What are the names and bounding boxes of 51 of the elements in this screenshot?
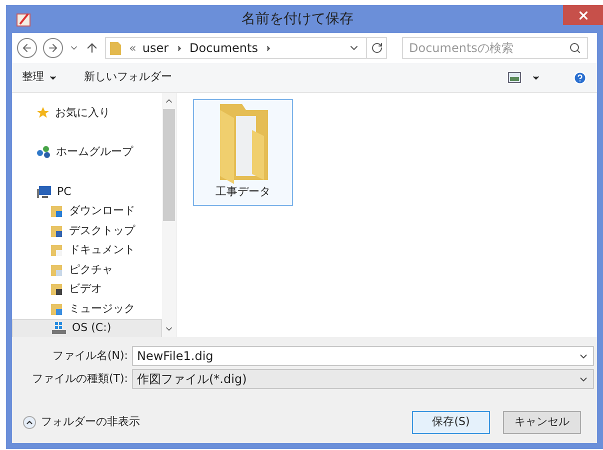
scrollbar[interactable] bbox=[162, 93, 176, 337]
music-folder-icon bbox=[50, 302, 64, 316]
nav-item[interactable]: デスクトップ bbox=[12, 221, 162, 240]
drive-icon bbox=[51, 321, 67, 336]
close-button[interactable] bbox=[563, 5, 603, 25]
computer-icon bbox=[36, 184, 52, 199]
organize-menu[interactable]: 整理 bbox=[22, 69, 58, 86]
app-icon bbox=[16, 11, 32, 27]
nav-item[interactable]: ドキュメント bbox=[12, 240, 162, 260]
homegroup-icon bbox=[36, 145, 51, 160]
nav-item[interactable]: お気に入り bbox=[12, 103, 162, 122]
search-input[interactable]: Documentsの検索 bbox=[409, 39, 569, 57]
nav-item[interactable]: ピクチャ bbox=[12, 260, 162, 280]
videos-folder-icon bbox=[50, 282, 64, 296]
back-arrow-icon bbox=[21, 42, 33, 54]
nav-item[interactable]: OS (C:) bbox=[12, 318, 162, 338]
nav-item[interactable]: ホームグループ bbox=[12, 142, 162, 162]
star-icon bbox=[36, 106, 50, 120]
dialog-button[interactable]: 保存(S) bbox=[412, 411, 490, 434]
hide-folders-button[interactable]: フォルダーの非表示 bbox=[23, 414, 140, 431]
address-bar[interactable]: « user Documents bbox=[105, 37, 387, 59]
nav-item[interactable]: ダウンロード bbox=[12, 202, 162, 221]
download-folder-icon bbox=[50, 204, 64, 218]
help-icon[interactable] bbox=[573, 70, 587, 84]
file-type-dropdown[interactable]: 作図ファイル(*.dig) bbox=[132, 369, 594, 389]
forward-button[interactable] bbox=[43, 38, 63, 58]
breadcrumb[interactable]: user bbox=[142, 39, 169, 57]
window-title: 名前を付けて保存 bbox=[240, 10, 354, 28]
back-button[interactable] bbox=[17, 38, 37, 58]
new-folder-button[interactable]: 新しいフォルダー bbox=[84, 69, 172, 86]
view-icon[interactable] bbox=[508, 72, 521, 83]
refresh-icon[interactable] bbox=[371, 42, 383, 54]
nav-item[interactable]: PC bbox=[12, 182, 162, 202]
up-button[interactable] bbox=[85, 41, 99, 55]
documents-folder-icon bbox=[50, 243, 64, 258]
collapse-icon bbox=[25, 418, 34, 427]
forward-arrow-icon bbox=[47, 42, 59, 54]
pictures-folder-icon bbox=[50, 262, 64, 277]
nav-item[interactable]: ミュージック bbox=[12, 299, 162, 318]
address-overflow: « bbox=[129, 40, 136, 57]
folder-icon bbox=[109, 40, 123, 56]
search-field[interactable]: Documentsの検索 bbox=[402, 37, 588, 59]
nav-item[interactable]: ビデオ bbox=[12, 280, 162, 299]
desktop-folder-icon bbox=[50, 224, 64, 238]
breadcrumb[interactable]: Documents bbox=[190, 39, 258, 57]
close-icon bbox=[576, 8, 590, 22]
search-icon bbox=[569, 42, 581, 54]
file-name-label: ファイル名(N): bbox=[51, 348, 129, 364]
file-type-label: ファイルの種類(T): bbox=[30, 370, 129, 387]
folder-tile[interactable]: 工事データ bbox=[193, 99, 293, 206]
dialog-button[interactable]: キャンセル bbox=[503, 411, 581, 434]
